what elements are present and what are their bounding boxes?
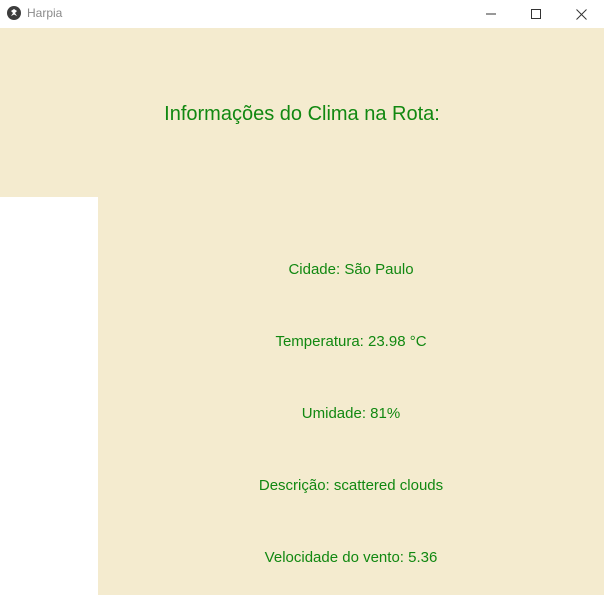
minimize-icon bbox=[486, 13, 496, 15]
wind-speed-label: Velocidade do vento: 5.36 bbox=[264, 549, 438, 566]
app-window: Harpia Informações do Clima na Rota: Cid… bbox=[0, 0, 604, 595]
humidity-label: Umidade: 81% bbox=[301, 405, 401, 422]
header-panel: Informações do Clima na Rota: bbox=[0, 28, 604, 197]
page-title: Informações do Clima na Rota: bbox=[164, 103, 440, 125]
app-icon[interactable] bbox=[7, 6, 21, 20]
maximize-icon bbox=[531, 9, 541, 19]
minimize-button[interactable] bbox=[468, 0, 514, 28]
description-label: Descrição: scattered clouds bbox=[258, 477, 444, 494]
temperature-label: Temperatura: 23.98 °C bbox=[275, 333, 427, 350]
weather-info-panel: Cidade: São Paulo Temperatura: 23.98 °C … bbox=[98, 197, 604, 595]
close-button[interactable] bbox=[558, 0, 604, 28]
close-icon bbox=[575, 8, 587, 20]
city-label: Cidade: São Paulo bbox=[288, 261, 414, 278]
maximize-button[interactable] bbox=[513, 0, 559, 28]
title-bar[interactable]: Harpia bbox=[0, 0, 604, 28]
window-title: Harpia bbox=[27, 6, 63, 20]
left-blank-area bbox=[0, 197, 98, 595]
